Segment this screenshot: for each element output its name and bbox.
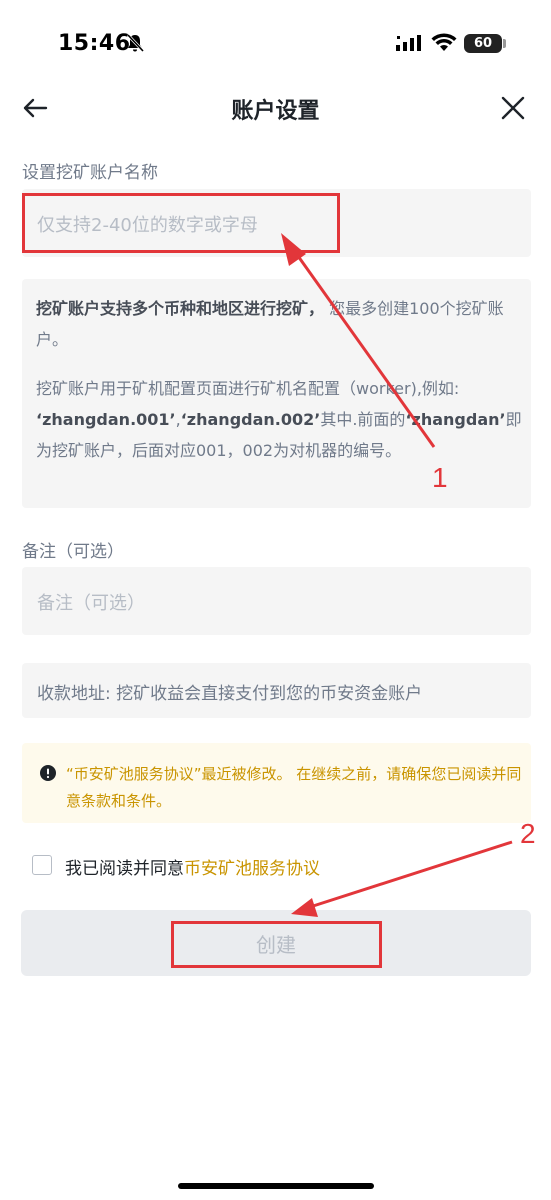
annotation-number-1: 1 xyxy=(432,462,448,493)
annotation-number-2: 2 xyxy=(520,818,536,849)
annotation-arrows xyxy=(281,233,513,917)
home-indicator xyxy=(178,1183,374,1189)
